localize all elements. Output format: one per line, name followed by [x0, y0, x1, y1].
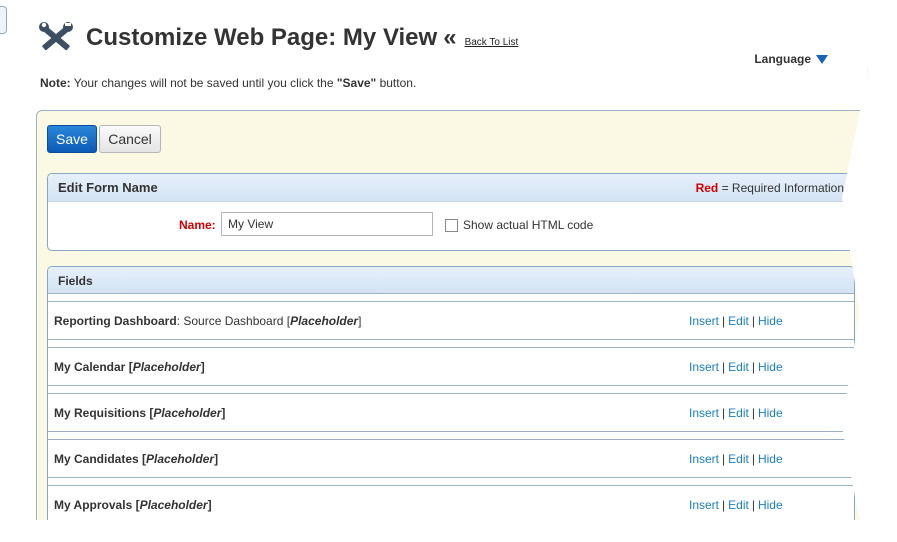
edit-link[interactable]: Edit: [728, 360, 749, 374]
form-header: Edit Form Name Red = Required Informatio…: [48, 174, 854, 202]
fields-header: Fields: [48, 267, 854, 294]
hide-link[interactable]: Hide: [758, 452, 783, 466]
field-name: My Calendar: [54, 360, 129, 374]
insert-link[interactable]: Insert: [689, 452, 719, 466]
raquo-glyph: «: [443, 24, 457, 51]
field-row: Reporting Dashboard: Source Dashboard [P…: [48, 301, 854, 340]
field-name: My Candidates: [54, 452, 143, 466]
field-actions: Insert | Edit | Hide: [689, 360, 783, 374]
show-html-label[interactable]: Show actual HTML code: [463, 218, 593, 232]
hide-link[interactable]: Hide: [758, 360, 783, 374]
insert-link[interactable]: Insert: [689, 406, 719, 420]
field-actions: Insert | Edit | Hide: [689, 452, 783, 466]
required-info-text: = Required Information: [718, 181, 844, 195]
field-name: Reporting Dashboard: [54, 314, 177, 328]
field-label: My Calendar [Placeholder]: [54, 360, 205, 374]
field-label: Reporting Dashboard: Source Dashboard [P…: [54, 314, 362, 328]
hide-link[interactable]: Hide: [758, 498, 783, 512]
edit-link[interactable]: Edit: [728, 314, 749, 328]
field-row: My Calendar [Placeholder] Insert | Edit | Hi…: [48, 347, 854, 386]
edit-link[interactable]: Edit: [728, 406, 749, 420]
triangle-down-icon: [816, 54, 828, 64]
field-actions: Insert | Edit | Hide: [689, 406, 783, 420]
separator: |: [722, 314, 726, 328]
separator: |: [722, 406, 726, 420]
name-label: Name:: [179, 218, 216, 232]
separator: |: [722, 360, 726, 374]
field-name: My Requisitions: [54, 406, 150, 420]
field-placeholder: Placeholder: [132, 360, 201, 374]
page-canvas: Customize Web Page: My View « Back To Li…: [0, 0, 868, 520]
name-input[interactable]: [221, 212, 433, 236]
note-text-after: button.: [376, 76, 417, 90]
show-html-checkbox[interactable]: [445, 219, 458, 232]
insert-link[interactable]: Insert: [689, 314, 719, 328]
separator: |: [751, 406, 755, 420]
field-name: My Approvals: [54, 498, 136, 512]
save-note: Note: Your changes will not be saved unt…: [40, 76, 416, 90]
back-to-list-link[interactable]: Back To List: [465, 37, 519, 48]
fields-section: Fields Reporting Dashboard: Source Dashb…: [47, 266, 855, 520]
tools-icon: [39, 22, 73, 51]
field-label: My Candidates [Placeholder]: [54, 452, 219, 466]
language-label: Language: [754, 52, 811, 66]
field-label: My Requisitions [Placeholder]: [54, 406, 226, 420]
note-label: Note:: [40, 76, 71, 90]
separator: |: [722, 498, 726, 512]
note-save-word: "Save": [336, 76, 377, 90]
edit-link[interactable]: Edit: [728, 452, 749, 466]
language-selector[interactable]: Language: [754, 52, 828, 66]
separator: |: [751, 360, 755, 374]
save-button[interactable]: Save: [47, 125, 97, 153]
hide-link[interactable]: Hide: [758, 314, 783, 328]
field-placeholder: Placeholder: [290, 314, 359, 328]
separator: |: [722, 452, 726, 466]
separator: |: [751, 452, 755, 466]
field-placeholder: Placeholder: [146, 452, 215, 466]
field-detail: : Source Dashboard: [176, 314, 287, 328]
cancel-button[interactable]: Cancel: [99, 125, 161, 153]
separator: |: [751, 498, 755, 512]
hide-link[interactable]: Hide: [758, 406, 783, 420]
form-title: Edit Form Name: [58, 180, 158, 195]
required-info: Red = Required Information: [696, 181, 844, 195]
edit-form-name-section: Edit Form Name Red = Required Informatio…: [47, 173, 855, 251]
field-row: My Requisitions [Placeholder] Insert | Edi…: [48, 393, 854, 432]
page-title: Customize Web Page: My View: [86, 24, 438, 51]
field-row: My Approvals [Placeholder] Insert | Edit | H…: [48, 485, 854, 520]
edit-panel: Save Cancel Edit Form Name Red = Require…: [36, 110, 866, 520]
separator: |: [751, 314, 755, 328]
field-placeholder: Placeholder: [153, 406, 222, 420]
field-actions: Insert | Edit | Hide: [689, 498, 783, 512]
field-label: My Approvals [Placeholder]: [54, 498, 212, 512]
insert-link[interactable]: Insert: [689, 360, 719, 374]
page-header: Customize Web Page: My View « Back To Li…: [36, 22, 518, 54]
field-row: My Candidates [Placeholder] Insert | Edit |…: [48, 439, 854, 478]
field-actions: Insert | Edit | Hide: [689, 314, 783, 328]
insert-link[interactable]: Insert: [689, 498, 719, 512]
required-red-word: Red: [695, 181, 719, 195]
edit-link[interactable]: Edit: [728, 498, 749, 512]
fields-title: Fields: [58, 274, 93, 288]
side-tab[interactable]: [0, 6, 7, 34]
note-text-before: Your changes will not be saved until you…: [70, 76, 337, 90]
field-placeholder: Placeholder: [139, 498, 208, 512]
